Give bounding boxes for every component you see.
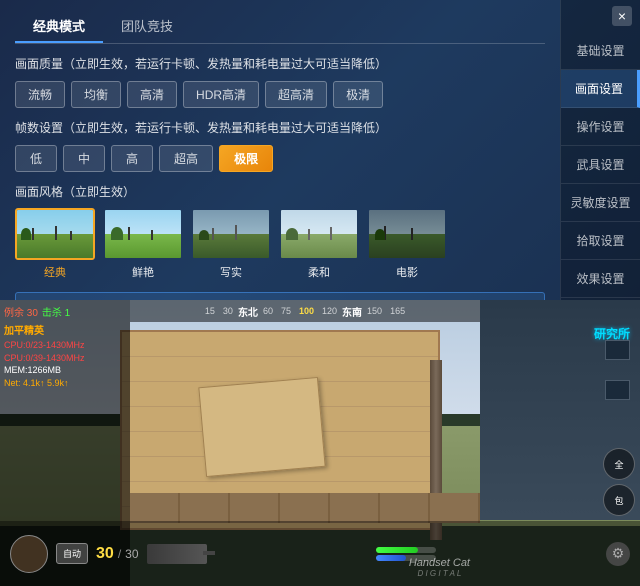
weapon-barrel (203, 551, 215, 555)
fps-low[interactable]: 低 (15, 145, 57, 172)
quality-hdr[interactable]: HDR高清 (183, 81, 259, 108)
style-realistic-thumb (191, 208, 271, 260)
action-all[interactable]: 全 (603, 448, 635, 480)
quality-smooth[interactable]: 流畅 (15, 81, 65, 108)
weapon-icon (147, 544, 207, 564)
compass: 15 30 东北 60 75 100 120 东南 150 165 (130, 300, 480, 322)
quality-extreme[interactable]: 极清 (333, 81, 383, 108)
hud-cpu1: CPU:0/23-1430MHz (4, 339, 126, 352)
ammo-display: 30 / 30 (96, 545, 139, 563)
game-panel: 研究所 15 30 东北 60 75 100 120 东南 150 165 例余… (0, 300, 640, 586)
sidebar-sensitivity[interactable]: 灵敏度设置 (561, 184, 640, 222)
reset-button[interactable]: ✓ 重置画面 （若画面设置后游戏体验不佳，或需恢复默认设置，请重置画面） (15, 292, 545, 300)
sidebar-graphics[interactable]: 画面设置 (561, 70, 640, 108)
fps-high[interactable]: 高 (111, 145, 153, 172)
watermark-main: Handset Cat (409, 557, 470, 569)
style-classic-thumb (15, 208, 95, 260)
settings-panel: 经典模式 团队竞技 画面质量（立即生效，若运行卡顿、发热量和耗电量过大可适当降低… (0, 0, 640, 300)
quality-hd[interactable]: 高清 (127, 81, 177, 108)
sidebar-weapon[interactable]: 武具设置 (561, 146, 640, 184)
compass-150: 150 (364, 306, 385, 316)
building-window-1 (605, 340, 630, 360)
quality-ultrahd[interactable]: 超高清 (265, 81, 327, 108)
action-bag[interactable]: 包 (603, 484, 635, 516)
action-buttons: 全 包 (603, 448, 635, 516)
style-cinematic[interactable]: 电影 (367, 208, 447, 280)
style-classic-label: 经典 (44, 264, 66, 280)
settings-sidebar: × 基础设置 画面设置 操作设置 武具设置 灵敏度设置 拾取设置 效果设置 (560, 0, 640, 300)
close-button[interactable]: × (612, 6, 632, 26)
hud-remaining: 例余 30 (4, 304, 38, 319)
fps-extreme[interactable]: 极限 (219, 145, 273, 172)
sidebar-close-area: × (561, 0, 640, 32)
style-cinematic-label: 电影 (396, 264, 418, 280)
sidebar-basic[interactable]: 基础设置 (561, 32, 640, 70)
health-bar-1 (376, 547, 436, 553)
style-section: 画面风格（立即生效） 经典 (15, 184, 545, 281)
style-fresh-thumb (103, 208, 183, 260)
compass-165: 165 (387, 306, 408, 316)
mode-tabs: 经典模式 团队竞技 (15, 10, 545, 44)
hud-header: 例余 30 击杀 1 (4, 304, 126, 319)
style-cinematic-thumb (367, 208, 447, 260)
compass-30: 30 (220, 306, 236, 316)
hud-mem: MEM:1266MB (4, 364, 126, 377)
player-avatar (10, 535, 48, 573)
wall-paper (198, 377, 325, 477)
compass-120: 120 (319, 306, 340, 316)
sidebar-effects[interactable]: 效果设置 (561, 260, 640, 298)
compass-60: 60 (260, 306, 276, 316)
style-soft-thumb (279, 208, 359, 260)
style-title: 画面风格（立即生效） (15, 184, 545, 201)
ammo-slash: / (118, 547, 121, 561)
compass-75: 75 (278, 306, 294, 316)
tab-classic[interactable]: 经典模式 (15, 10, 103, 43)
style-thumbnails: 经典 鲜艳 (15, 208, 545, 280)
hud-player-name: 加平精英 (4, 322, 126, 337)
quality-section: 画面质量（立即生效，若运行卡顿、发热量和耗电量过大可适当降低） 流畅 均衡 高清… (15, 56, 545, 108)
fps-ultra[interactable]: 超高 (159, 145, 213, 172)
compass-15: 15 (202, 306, 218, 316)
compass-ne: 东北 (238, 304, 258, 319)
sidebar-controls[interactable]: 操作设置 (561, 108, 640, 146)
settings-main: 经典模式 团队竞技 画面质量（立即生效，若运行卡顿、发热量和耗电量过大可适当降低… (0, 0, 560, 300)
health-fill-1 (376, 547, 418, 553)
game-scene: 研究所 15 30 东北 60 75 100 120 东南 150 165 例余… (0, 300, 640, 586)
building-window-2 (605, 380, 630, 400)
quality-buttons: 流畅 均衡 高清 HDR高清 超高清 极清 (15, 81, 545, 108)
bottom-hud: 自动 30 / 30 ⚙ (0, 521, 640, 586)
style-realistic[interactable]: 写实 (191, 208, 271, 280)
framerate-section: 帧数设置（立即生效，若运行卡顿、发热量和耗电量过大可适当降低） 低 中 高 超高… (15, 120, 545, 172)
ammo-total: 30 (125, 547, 138, 561)
gear-icon[interactable]: ⚙ (606, 542, 630, 566)
style-fresh-label: 鲜艳 (132, 264, 154, 280)
framerate-buttons: 低 中 高 超高 极限 (15, 145, 545, 172)
tab-team[interactable]: 团队竞技 (103, 10, 191, 43)
framerate-title: 帧数设置（立即生效，若运行卡顿、发热量和耗电量过大可适当降低） (15, 120, 545, 137)
fps-mid[interactable]: 中 (63, 145, 105, 172)
health-fill-2 (376, 555, 406, 561)
hud-net: Net: 4.1k↑ 5.9k↑ (4, 377, 126, 390)
style-soft-label: 柔和 (308, 264, 330, 280)
floor-decking (130, 493, 480, 523)
auto-button[interactable]: 自动 (56, 543, 88, 564)
quality-balanced[interactable]: 均衡 (71, 81, 121, 108)
watermark: Handset Cat D I G I T A L (409, 557, 470, 578)
style-soft[interactable]: 柔和 (279, 208, 359, 280)
compass-se: 东南 (342, 304, 362, 319)
style-fresh[interactable]: 鲜艳 (103, 208, 183, 280)
hud-kills: 击杀 1 (42, 304, 70, 319)
style-realistic-label: 写实 (220, 264, 242, 280)
compass-100: 100 (296, 306, 317, 316)
sidebar-pickup[interactable]: 拾取设置 (561, 222, 640, 260)
style-classic[interactable]: 经典 (15, 208, 95, 280)
hud-cpu2: CPU:0/39-1430MHz (4, 352, 126, 365)
watermark-sub: D I G I T A L (409, 569, 470, 578)
quality-title: 画面质量（立即生效，若运行卡顿、发热量和耗电量过大可适当降低） (15, 56, 545, 73)
ammo-current: 30 (96, 545, 114, 563)
